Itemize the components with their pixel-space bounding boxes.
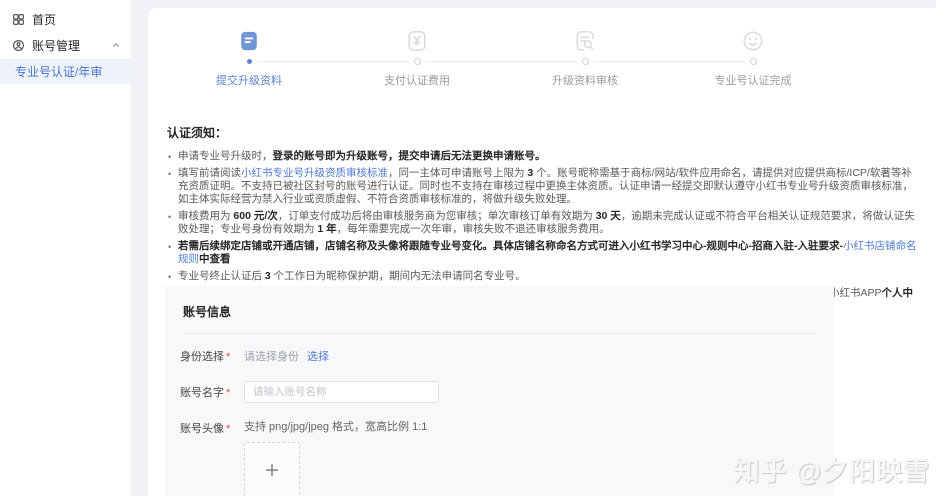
document-icon xyxy=(238,30,260,52)
step-pay-fee: 支付认证费用 xyxy=(333,30,501,88)
notice-text: 审核费用为 xyxy=(178,210,234,222)
avatar-label: 账号头像 * xyxy=(180,423,231,435)
notice-text: ，每年需要完成一次年审，审核失败不退还审核服务费用。 xyxy=(336,223,610,235)
required-mark: * xyxy=(226,387,231,399)
notice-text: 600 元/次 xyxy=(233,210,278,222)
step-submit-materials: 提交升级资料 xyxy=(165,30,333,88)
notice-text: ，同一主体可申请账号上限为 xyxy=(388,167,528,179)
step-label: 支付认证费用 xyxy=(384,75,450,87)
step-label: 升级资料审核 xyxy=(552,75,618,87)
identity-row: 身份选择 * 请选择身份 选择 xyxy=(180,348,834,364)
notice-text: ，订单支付成功后将由审核服务商为您审核；单次审核订单有效期为 xyxy=(277,210,596,222)
step-connector xyxy=(593,61,669,62)
notice-title: 认证须知： xyxy=(167,126,228,140)
step-material-review: 升级资料审核 xyxy=(501,30,669,88)
notice-text: 申请专业号升级时， xyxy=(178,150,273,162)
account-icon xyxy=(12,39,25,52)
step-label: 专业号认证完成 xyxy=(714,75,792,87)
notice-item: 申请专业号升级时，登录的账号即为升级账号，提交申请后无法更换申请账号。 xyxy=(168,150,920,164)
section-title: 账号信息 xyxy=(183,305,232,319)
account-name-label: 账号名字 * xyxy=(180,387,231,399)
notice-text: 30 天 xyxy=(595,210,621,222)
review-icon xyxy=(574,30,596,52)
notice-text: 1 年 xyxy=(317,223,337,235)
sidebar-item-account-management[interactable]: 账号管理 xyxy=(0,32,131,58)
notice-item: 专业号终止认证后 3 个工作日为昵称保护期，期间内无法申请同名专业号。 xyxy=(168,270,920,284)
step-dot xyxy=(581,58,589,65)
sidebar-item-home[interactable]: 首页 xyxy=(0,6,131,32)
step-complete: 专业号认证完成 xyxy=(669,30,837,88)
account-form: 身份选择* 请选择身份 选择 账号名字* 账号头像* 支持 xyxy=(165,334,834,496)
step-dot xyxy=(246,59,252,64)
home-grid-icon xyxy=(12,13,25,26)
account-info-panel: 账号信息 身份选择 * 请选择身份 选择 账号名字 * 请输入账号名称 账号头像… xyxy=(165,286,834,496)
step-dot xyxy=(749,58,757,65)
main-card: 提交升级资料 支付认证费用 升级资料审核 专业号认证完成 认证须知： • 申请专… xyxy=(148,8,936,496)
step-label: 提交升级资料 xyxy=(216,75,282,87)
step-dot xyxy=(413,58,421,65)
notice-item: 审核费用为 600 元/次，订单支付成功后将由审核服务商为您审核；单次审核订单有… xyxy=(168,210,920,236)
notice-item: 若需后续绑定店铺或开通店铺，店铺名称及头像将跟随专业号变化。具体店铺名称命名方式… xyxy=(168,240,920,266)
yuan-icon xyxy=(406,30,428,52)
verification-stepper: 提交升级资料 支付认证费用 升级资料审核 专业号认证完成 xyxy=(165,30,837,88)
notice-link[interactable]: 小红书专业号升级资质审核标准 xyxy=(241,167,388,179)
plus-icon: + xyxy=(264,457,279,484)
sidebar-item-label: 首页 xyxy=(32,12,57,27)
sidebar-item-label: 账号管理 xyxy=(32,38,81,53)
notice-text: 登录的账号即为升级账号，提交申请后无法更换申请账号。 xyxy=(272,150,546,162)
identity-select-link[interactable]: 选择 xyxy=(307,348,329,364)
avatar-upload-box[interactable]: + xyxy=(244,442,300,496)
notice-item: 填写前请阅读小红书专业号升级资质审核标准，同一主体可申请账号上限为 3 个。账号… xyxy=(168,167,920,206)
identity-value: 请选择身份 xyxy=(244,351,299,363)
notice-text: 中查看 xyxy=(199,253,231,265)
avatar-row: 账号头像 * 支持 png/jpg/jpeg 格式，宽高比例 1:1 + xyxy=(180,420,834,496)
avatar-hint: 支持 png/jpg/jpeg 格式，宽高比例 1:1 xyxy=(244,421,428,433)
required-mark: * xyxy=(226,351,231,363)
notice-text: 填写前请阅读 xyxy=(178,167,241,179)
notice-text: 个工作日为昵称保护期，期间内无法申请同名专业号。 xyxy=(270,270,526,282)
required-mark: * xyxy=(226,423,231,435)
sidebar-item-pro-verification[interactable]: 专业号认证/年审 xyxy=(0,59,131,84)
identity-label: 身份选择 * xyxy=(180,351,231,363)
smile-icon xyxy=(742,30,764,52)
sidebar-item-label: 专业号认证/年审 xyxy=(15,65,103,79)
account-name-row: 账号名字 * xyxy=(180,381,834,403)
notice-text: 若需后续绑定店铺或开通店铺，店铺名称及头像将跟随专业号变化。具体店铺名称命名方式… xyxy=(178,240,843,252)
step-connector xyxy=(501,61,577,62)
step-connector xyxy=(669,61,745,62)
chevron-up-icon xyxy=(111,40,121,50)
step-connector xyxy=(257,61,333,62)
step-connector xyxy=(333,61,409,62)
account-name-input[interactable] xyxy=(244,381,439,403)
sidebar: 首页 账号管理 专业号认证/年审 xyxy=(0,0,131,496)
notice-text: 专业号终止认证后 xyxy=(178,270,265,282)
page: 首页 账号管理 专业号认证/年审 提交升级资料 支付认证费用 升级资料审核 专业… xyxy=(0,0,936,496)
step-connector xyxy=(425,61,501,62)
